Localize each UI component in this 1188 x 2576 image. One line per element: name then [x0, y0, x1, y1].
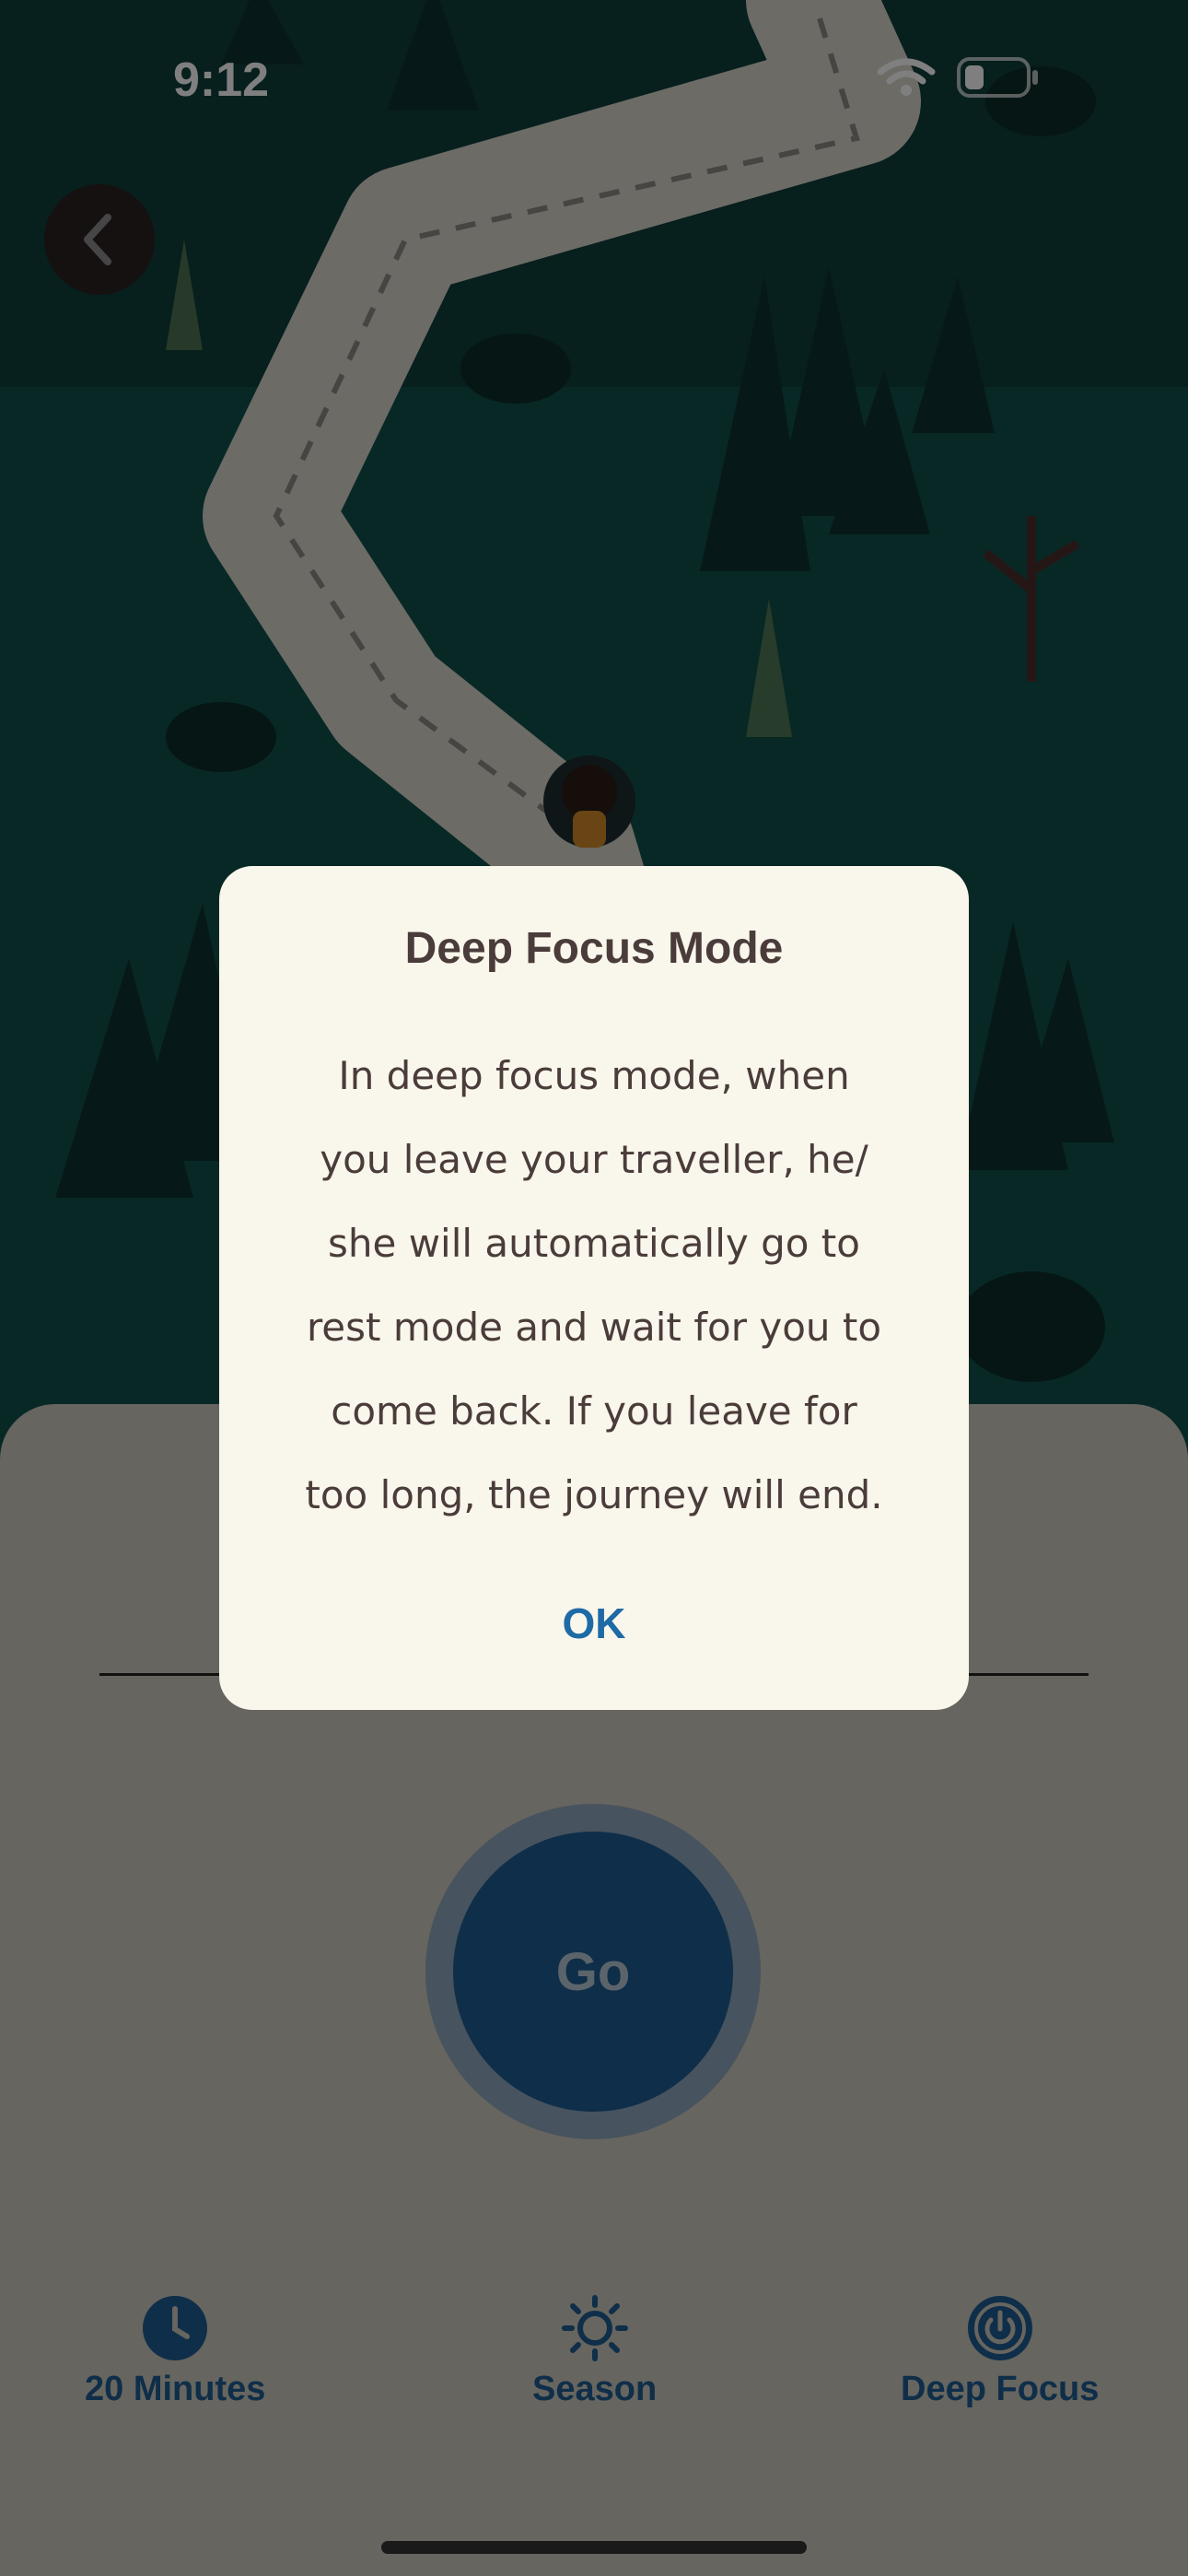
dialog-title: Deep Focus Mode: [404, 924, 784, 973]
dialog-body-line: In deep focus mode, when: [338, 1053, 850, 1098]
home-indicator: [381, 2541, 807, 2554]
dialog-body-line: she will automatically go to: [328, 1221, 860, 1266]
dialog-body-line: too long, the journey will end.: [305, 1472, 883, 1517]
dialog-body: In deep focus mode, when you leave your …: [293, 1034, 895, 1537]
dialog-body-line: come back. If you leave for: [331, 1388, 857, 1434]
dialog-body-line: rest mode and wait for you to: [306, 1305, 882, 1350]
dialog-body-line: you leave your traveller, he/: [320, 1137, 868, 1182]
ok-button[interactable]: OK: [502, 1587, 686, 1660]
deep-focus-dialog: Deep Focus Mode In deep focus mode, when…: [219, 866, 969, 1710]
